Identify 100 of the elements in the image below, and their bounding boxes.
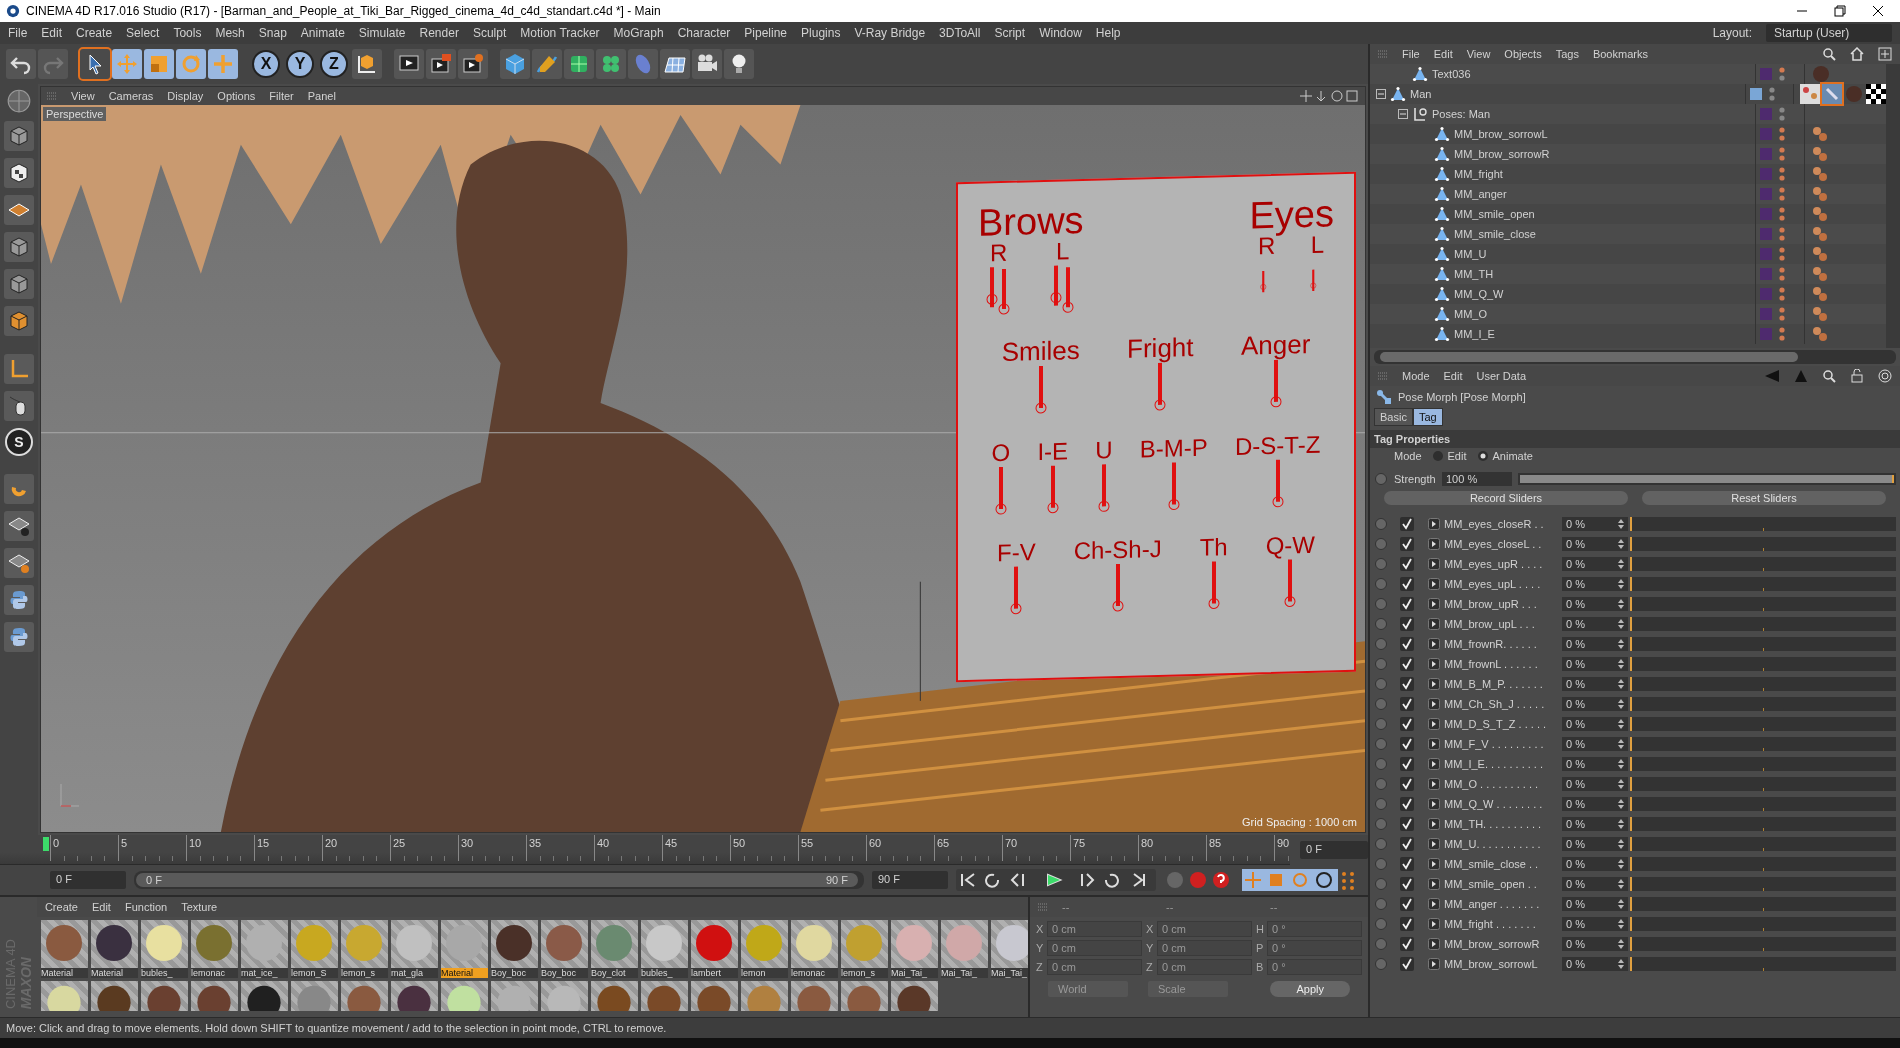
- visibility-dots-icon[interactable]: [1778, 105, 1786, 123]
- morph-slider-drawing[interactable]: [1096, 462, 1112, 515]
- object-menu-item[interactable]: Tags: [1555, 48, 1579, 60]
- object-name[interactable]: MM_smile_close: [1454, 228, 1536, 240]
- morph-value-field[interactable]: 0 %: [1562, 517, 1628, 531]
- morph-slider[interactable]: [1630, 837, 1896, 851]
- mode-radio[interactable]: Edit: [1431, 450, 1467, 462]
- menu-item[interactable]: MoGraph: [613, 26, 664, 40]
- spinner-icon[interactable]: [1618, 679, 1624, 689]
- expand-icon[interactable]: [1428, 678, 1440, 690]
- morph-value-field[interactable]: 0 %: [1562, 737, 1628, 751]
- material-swatch[interactable]: Mai_Tai_: [990, 920, 1028, 978]
- object-name[interactable]: MM_U: [1454, 248, 1487, 260]
- enable-checkbox[interactable]: [1400, 957, 1414, 971]
- material-swatch[interactable]: [140, 981, 188, 1011]
- menu-item[interactable]: 3DToAll: [939, 26, 981, 40]
- expand-panel-icon[interactable]: [1878, 47, 1892, 61]
- expand-icon[interactable]: [1428, 878, 1440, 890]
- object-name[interactable]: MM_TH: [1454, 268, 1494, 280]
- morph-value-field[interactable]: 0 %: [1562, 597, 1628, 611]
- enable-checkbox[interactable]: [1400, 537, 1414, 551]
- attribute-menu-item[interactable]: Edit: [1443, 370, 1463, 382]
- expand-icon[interactable]: [1428, 958, 1440, 970]
- visibility-dots-icon[interactable]: [1778, 165, 1786, 183]
- viewport-menu-item[interactable]: Panel: [307, 90, 336, 102]
- spinner-icon[interactable]: [1618, 779, 1624, 789]
- menu-item[interactable]: Mesh: [215, 26, 245, 40]
- start-frame-field[interactable]: 0 F: [50, 871, 126, 889]
- enable-checkbox[interactable]: [1400, 797, 1414, 811]
- morph-slider[interactable]: [1630, 937, 1896, 951]
- expand-icon[interactable]: [1428, 538, 1440, 550]
- visibility-dots-icon[interactable]: [1778, 145, 1786, 163]
- morph-slider[interactable]: [1630, 677, 1896, 691]
- slider-action-button[interactable]: Reset Sliders: [1642, 491, 1886, 505]
- morph-value-field[interactable]: 0 %: [1562, 577, 1628, 591]
- menu-item[interactable]: Plugins: [801, 26, 841, 40]
- enable-checkbox[interactable]: [1400, 817, 1414, 831]
- range-bar[interactable]: 0 F 90 F: [136, 873, 858, 887]
- layer-swatch[interactable]: [1760, 128, 1772, 140]
- material-swatch[interactable]: lemonac: [790, 920, 838, 978]
- menu-item[interactable]: File: [8, 26, 28, 40]
- enable-checkbox[interactable]: [1400, 937, 1414, 951]
- morph-tag-icon[interactable]: [1811, 125, 1829, 143]
- enable-checkbox[interactable]: [1400, 897, 1414, 911]
- morph-slider-drawing[interactable]: [1269, 457, 1286, 510]
- expand-icon[interactable]: [1428, 698, 1440, 710]
- layer-swatch[interactable]: [1760, 308, 1772, 320]
- morph-slider[interactable]: [1630, 897, 1896, 911]
- spinner-icon[interactable]: [1618, 859, 1624, 869]
- enable-checkbox[interactable]: [1400, 837, 1414, 851]
- expand-icon[interactable]: [1428, 598, 1440, 610]
- keyframe-circle-icon[interactable]: [1374, 757, 1388, 771]
- visibility-dots-icon[interactable]: [1768, 85, 1777, 103]
- morph-slider[interactable]: [1630, 577, 1896, 591]
- morph-tag-icon[interactable]: [1811, 185, 1829, 203]
- enable-checkbox[interactable]: [1400, 517, 1414, 531]
- material-swatch[interactable]: [440, 981, 488, 1011]
- object-name[interactable]: MM_brow_sorrowL: [1454, 128, 1548, 140]
- material-swatch[interactable]: Boy_boc: [540, 920, 588, 978]
- texture-mode-icon[interactable]: [7, 161, 31, 185]
- keyframe-circle-icon[interactable]: [1374, 617, 1388, 631]
- morph-tag-icon[interactable]: [1811, 285, 1829, 303]
- keyframe-circle-icon[interactable]: [1374, 517, 1388, 531]
- visibility-dots-icon[interactable]: [1778, 185, 1786, 203]
- object-menu-item[interactable]: Edit: [1433, 48, 1453, 60]
- morph-slider[interactable]: [1630, 717, 1896, 731]
- menu-item[interactable]: Character: [677, 26, 731, 40]
- material-menu-item[interactable]: Edit: [91, 901, 111, 913]
- expand-icon[interactable]: [1428, 758, 1440, 770]
- morph-slider-drawing[interactable]: [1205, 559, 1222, 612]
- material-swatch[interactable]: [790, 981, 838, 1011]
- visibility-dots-icon[interactable]: [1778, 205, 1786, 223]
- material-swatch[interactable]: [740, 981, 788, 1011]
- material-swatch[interactable]: bubles_: [140, 920, 188, 978]
- object-name[interactable]: MM_I_E: [1454, 328, 1495, 340]
- spinner-icon[interactable]: [1618, 899, 1624, 909]
- slider-action-button[interactable]: Record Sliders: [1384, 491, 1628, 505]
- expand-icon[interactable]: [1428, 778, 1440, 790]
- layer-swatch[interactable]: [1760, 188, 1772, 200]
- layer-swatch[interactable]: [1760, 208, 1772, 220]
- menu-item[interactable]: Render: [419, 26, 459, 40]
- morph-slider-drawing[interactable]: [1032, 363, 1049, 417]
- menu-item[interactable]: Simulate: [358, 26, 406, 40]
- viewport-menu-item[interactable]: Filter: [269, 90, 294, 102]
- pose-morph-tag-icon[interactable]: [1822, 84, 1842, 104]
- material-swatch[interactable]: mat_gla: [390, 920, 438, 978]
- morph-slider[interactable]: [1630, 857, 1896, 871]
- object-name[interactable]: Text036: [1432, 68, 1471, 80]
- material-swatch[interactable]: [540, 981, 588, 1011]
- material-swatch[interactable]: Boy_clot: [590, 920, 638, 978]
- morph-value-field[interactable]: 0 %: [1562, 937, 1628, 951]
- material-menu-item[interactable]: Function: [124, 901, 168, 913]
- morph-slider-drawing[interactable]: [1109, 561, 1126, 615]
- material-swatch[interactable]: [40, 981, 88, 1011]
- object-name[interactable]: Man: [1410, 88, 1432, 100]
- keyframe-circle-icon[interactable]: [1374, 657, 1388, 671]
- texture-tag-icon[interactable]: [1800, 84, 1820, 104]
- attribute-menu-item[interactable]: User Data: [1476, 370, 1527, 382]
- morph-slider[interactable]: [1630, 777, 1896, 791]
- enable-checkbox[interactable]: [1400, 757, 1414, 771]
